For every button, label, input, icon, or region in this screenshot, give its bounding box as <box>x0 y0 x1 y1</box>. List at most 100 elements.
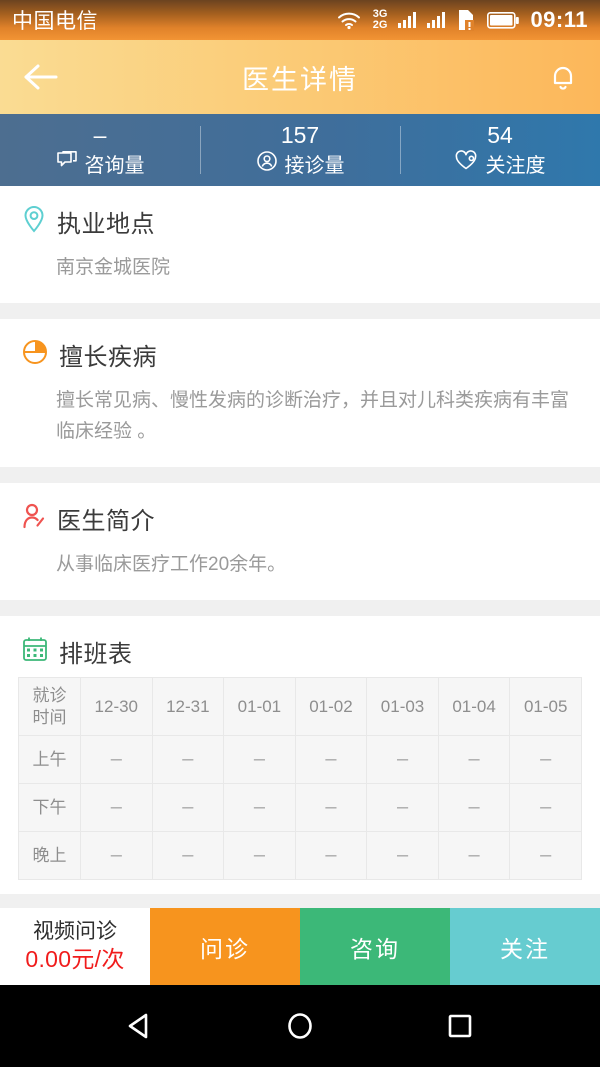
schedule-cell[interactable]: – <box>510 736 582 784</box>
table-date-header: 12-30 <box>81 678 153 736</box>
table-corner-header: 就诊 时间 <box>19 678 81 736</box>
location-pin-icon <box>22 205 46 238</box>
stat-label-wrap: 接诊量 <box>256 149 345 178</box>
carrier-label: 中国电信 <box>12 5 98 35</box>
section-body: 南京金城医院 <box>22 252 578 283</box>
follow-button[interactable]: 关注 <box>450 908 600 985</box>
bottom-action-bar: 视频问诊 0.00元/次 问诊 咨询 关注 <box>0 908 600 985</box>
page-title: 医生详情 <box>0 58 600 97</box>
schedule-cell[interactable]: – <box>510 832 582 880</box>
schedule-cell[interactable]: – <box>295 832 367 880</box>
wifi-icon <box>336 10 362 30</box>
table-header-row: 就诊 时间 12-30 12-31 01-01 01-02 01-03 01-0… <box>19 678 582 736</box>
price-label: 视频问诊 <box>33 919 117 945</box>
stat-followers[interactable]: 54 关注度 <box>400 114 600 186</box>
section-divider <box>0 303 600 319</box>
stat-value: – <box>94 122 107 148</box>
section-schedule: 排班表 <box>0 616 600 677</box>
stats-bar: – 咨询量 157 <box>0 114 600 186</box>
schedule-cell[interactable]: – <box>152 832 224 880</box>
stat-label: 接诊量 <box>285 149 345 178</box>
android-nav-bar <box>0 985 600 1067</box>
schedule-cell[interactable]: – <box>367 784 439 832</box>
patient-icon <box>256 150 278 178</box>
schedule-cell[interactable]: – <box>81 784 153 832</box>
schedule-table-wrap: 就诊 时间 12-30 12-31 01-01 01-02 01-03 01-0… <box>0 677 600 894</box>
heart-icon <box>455 150 479 177</box>
back-arrow-icon[interactable] <box>22 62 62 92</box>
schedule-cell[interactable]: – <box>81 832 153 880</box>
schedule-cell[interactable]: – <box>438 736 510 784</box>
section-practice-location: 执业地点 南京金城医院 <box>0 186 600 303</box>
chat-bubble-icon <box>56 151 78 177</box>
nav-recents-square-icon[interactable] <box>430 996 490 1056</box>
table-date-header: 01-01 <box>224 678 296 736</box>
schedule-cell[interactable]: – <box>152 736 224 784</box>
table-date-header: 12-31 <box>152 678 224 736</box>
schedule-cell[interactable]: – <box>438 784 510 832</box>
schedule-cell[interactable]: – <box>295 784 367 832</box>
signal-bars-icon <box>398 12 416 28</box>
stat-consultations[interactable]: – 咨询量 <box>0 114 200 186</box>
app-root: 中国电信 3G 2G <box>0 0 600 1067</box>
schedule-cell[interactable]: – <box>367 832 439 880</box>
section-divider <box>0 600 600 616</box>
app-header: 医生详情 <box>0 40 600 114</box>
stat-label: 关注度 <box>486 149 546 178</box>
sim-card-alert-icon <box>456 9 476 31</box>
section-body: 擅长常见病、慢性发病的诊断治疗，并且对儿科类疾病有丰富临床经验 。 <box>22 385 578 447</box>
stat-label: 咨询量 <box>85 149 145 178</box>
section-header: 擅长疾病 <box>22 337 578 372</box>
section-title: 擅长疾病 <box>59 337 157 372</box>
corner-line-1: 就诊 <box>19 685 80 707</box>
status-icons: 3G 2G <box>336 7 588 33</box>
row-label: 晚上 <box>19 832 81 880</box>
schedule-cell[interactable]: – <box>81 736 153 784</box>
price-value: 0.00元/次 <box>25 945 124 974</box>
schedule-cell[interactable]: – <box>295 736 367 784</box>
consult-button[interactable]: 问诊 <box>150 908 300 985</box>
nav-back-triangle-icon[interactable] <box>110 996 170 1056</box>
status-clock: 09:11 <box>530 7 588 33</box>
table-date-header: 01-04 <box>438 678 510 736</box>
row-label: 下午 <box>19 784 81 832</box>
pie-chart-icon <box>22 339 48 370</box>
nav-home-circle-icon[interactable] <box>270 996 330 1056</box>
table-date-header: 01-03 <box>367 678 439 736</box>
schedule-cell[interactable]: – <box>367 736 439 784</box>
notification-bell-icon[interactable] <box>548 61 578 93</box>
section-title: 医生简介 <box>57 501 155 536</box>
row-label: 上午 <box>19 736 81 784</box>
person-icon <box>22 503 46 535</box>
section-specialties: 擅长疾病 擅长常见病、慢性发病的诊断治疗，并且对儿科类疾病有丰富临床经验 。 <box>0 319 600 467</box>
schedule-cell[interactable]: – <box>224 784 296 832</box>
table-date-header: 01-02 <box>295 678 367 736</box>
schedule-cell[interactable]: – <box>510 784 582 832</box>
schedule-cell[interactable]: – <box>224 832 296 880</box>
battery-full-icon <box>487 12 519 29</box>
stat-label-wrap: 咨询量 <box>56 149 145 178</box>
table-date-header: 01-05 <box>510 678 582 736</box>
section-title: 排班表 <box>59 634 133 669</box>
section-title: 执业地点 <box>57 204 155 239</box>
schedule-cell[interactable]: – <box>152 784 224 832</box>
section-body: 从事临床医疗工作20余年。 <box>22 549 578 580</box>
table-row: 晚上 – – – – – – – <box>19 832 582 880</box>
inquiry-button[interactable]: 咨询 <box>300 908 450 985</box>
network-type-2g: 2G <box>373 20 388 31</box>
stat-label-wrap: 关注度 <box>455 149 546 178</box>
section-header: 排班表 <box>22 634 578 669</box>
stat-value: 54 <box>487 122 513 148</box>
stat-value: 157 <box>281 122 319 148</box>
network-type-label: 3G 2G <box>373 9 388 31</box>
stat-patients[interactable]: 157 接诊量 <box>200 114 400 186</box>
table-row: 下午 – – – – – – – <box>19 784 582 832</box>
section-header: 医生简介 <box>22 501 578 536</box>
table-row: 上午 – – – – – – – <box>19 736 582 784</box>
schedule-cell[interactable]: – <box>224 736 296 784</box>
section-divider <box>0 467 600 483</box>
schedule-cell[interactable]: – <box>438 832 510 880</box>
signal-bars-icon-secondary <box>427 12 445 28</box>
schedule-table: 就诊 时间 12-30 12-31 01-01 01-02 01-03 01-0… <box>18 677 582 880</box>
video-consult-price[interactable]: 视频问诊 0.00元/次 <box>0 908 150 985</box>
